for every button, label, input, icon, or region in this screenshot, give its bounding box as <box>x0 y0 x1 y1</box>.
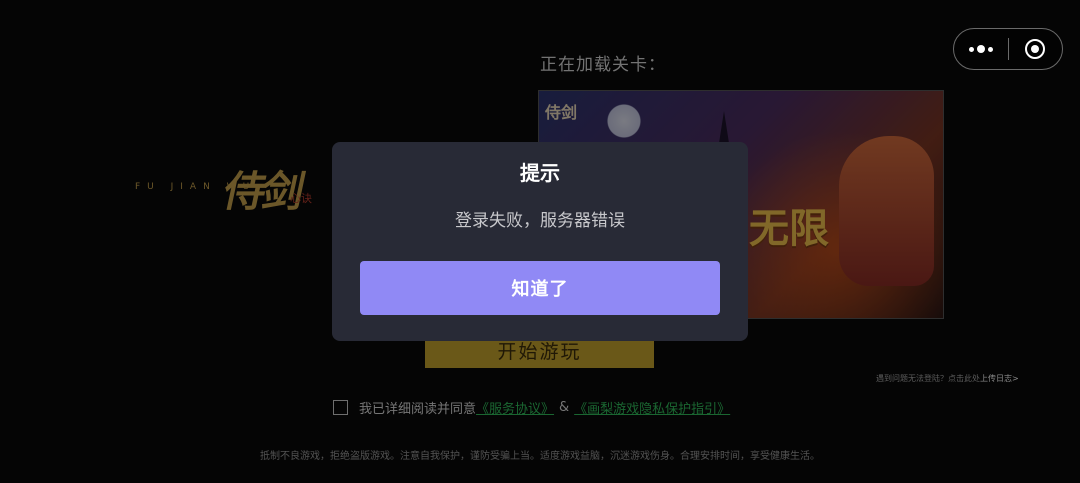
exit-miniprogram-icon[interactable] <box>1008 29 1062 69</box>
dialog-title: 提示 <box>520 161 560 185</box>
upload-log-prefix: 遇到问题无法登陆？点击此处 <box>876 374 980 383</box>
more-dots-icon[interactable] <box>954 29 1008 69</box>
logo-red-mark: 心诀 <box>290 192 312 205</box>
banner-corner-logo: 侍剑 <box>545 103 578 122</box>
agreement-checkbox[interactable] <box>333 399 348 415</box>
game-logo: FU JIAN WU 侍剑 心诀 <box>135 150 345 230</box>
privacy-policy-link[interactable]: 《画梨游戏隐私保护指引》 <box>574 398 730 417</box>
dialog-confirm-button[interactable]: 知道了 <box>360 261 720 315</box>
game-screen: FU JIAN WU 侍剑 心诀 正在加载关卡： 侍剑 无限 开始游玩 遇到问题… <box>0 0 1080 483</box>
agreement-text: 我已详细阅读并同意 <box>359 401 477 417</box>
agreement-row: 我已详细阅读并同意 《服务协议》 & 《画梨游戏隐私保护指引》 <box>333 397 730 417</box>
logo-calligraphy: 侍剑 <box>219 167 306 216</box>
agreement-ampersand: & <box>559 399 570 415</box>
loading-level-label: 正在加载关卡： <box>540 55 666 75</box>
banner-title: 无限 <box>749 205 829 252</box>
banner-character-right <box>839 136 934 286</box>
upload-log-hint: 遇到问题无法登陆？点击此处上传日志> <box>876 373 1019 384</box>
miniprogram-capsule <box>953 28 1063 70</box>
health-gaming-notice: 抵制不良游戏，拒绝盗版游戏。注意自我保护，谨防受骗上当。适度游戏益脑，沉迷游戏伤… <box>260 451 820 462</box>
upload-log-link[interactable]: 上传日志> <box>980 374 1019 383</box>
service-agreement-link[interactable]: 《服务协议》 <box>476 398 554 417</box>
dialog-message: 登录失败，服务器错误 <box>455 211 625 231</box>
